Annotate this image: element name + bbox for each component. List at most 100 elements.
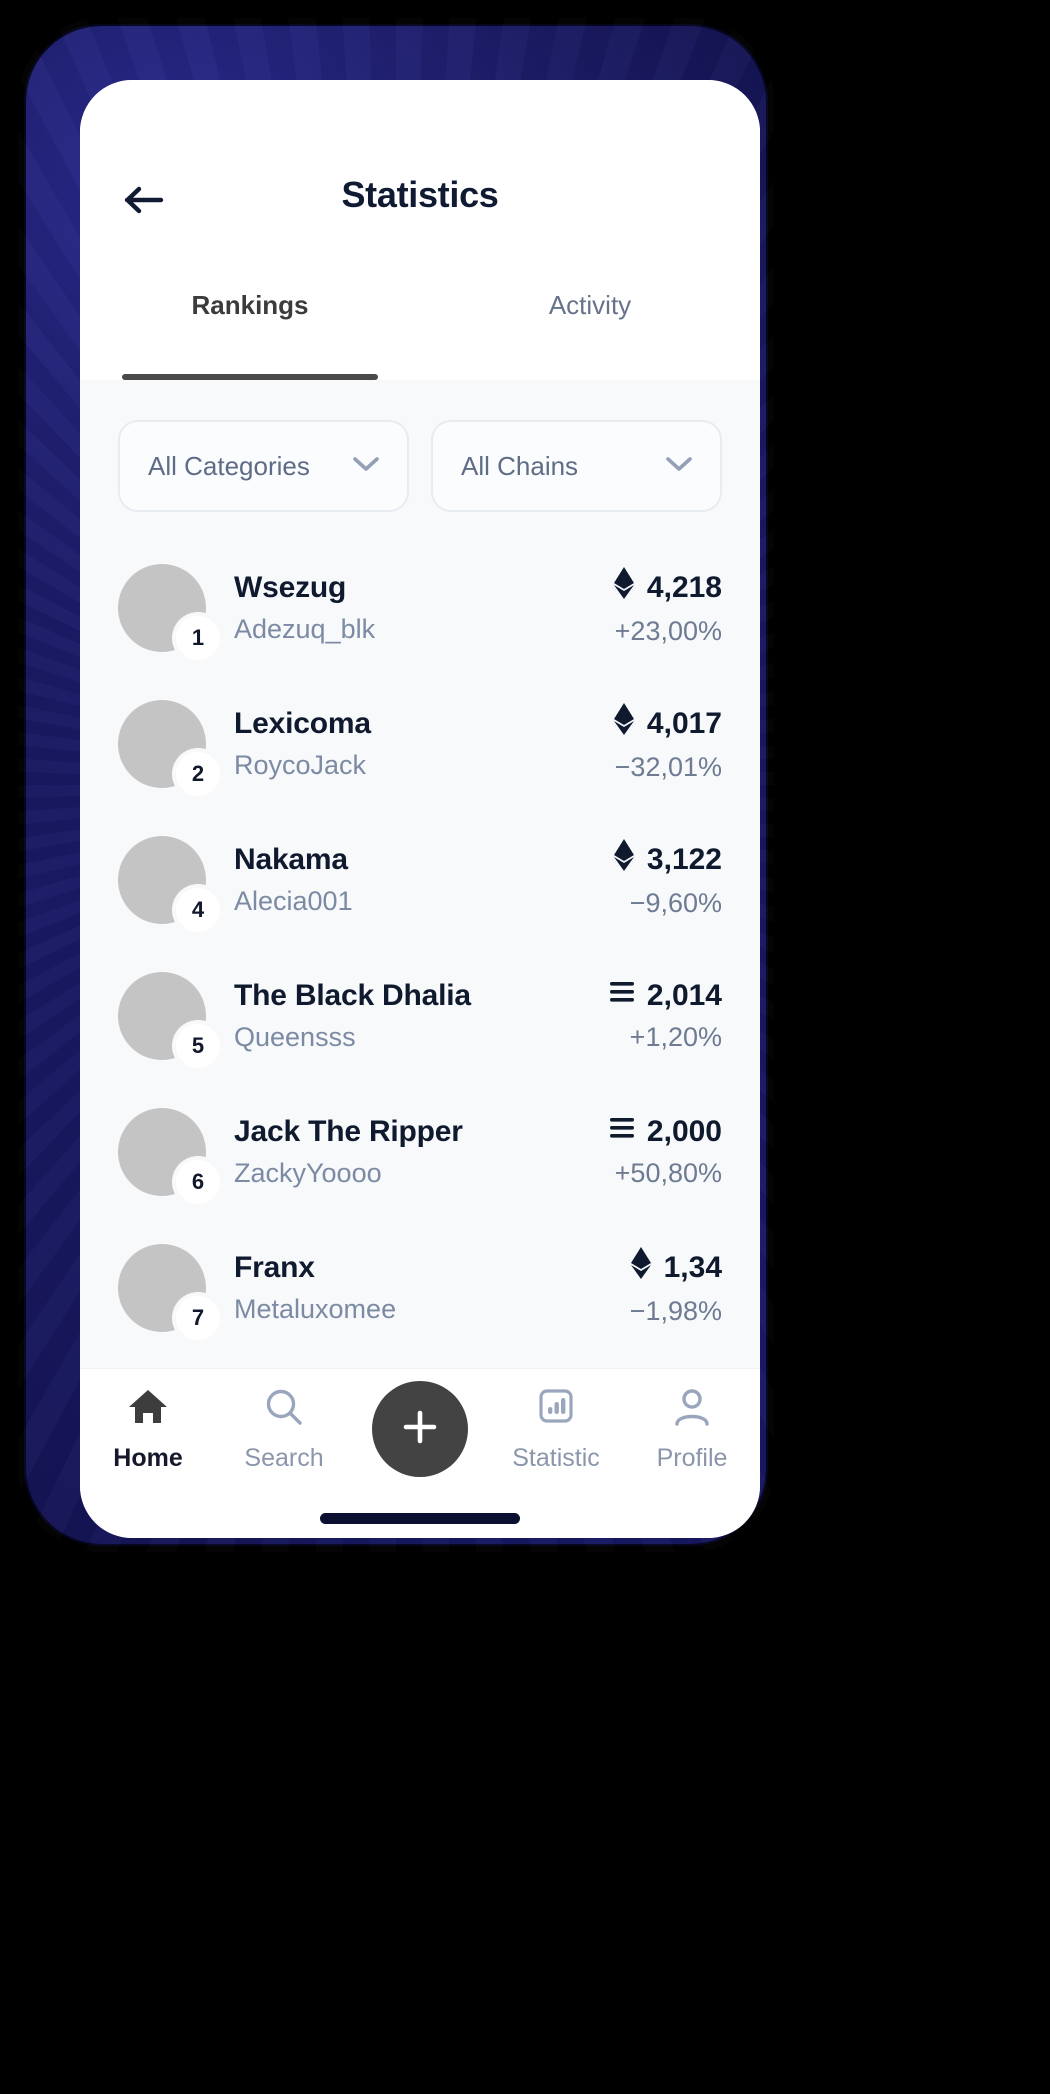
filter-chains[interactable]: All Chains: [431, 420, 722, 512]
value-amount: 4,218: [646, 571, 722, 605]
tab-rankings-label: Rankings: [191, 290, 309, 320]
screenshot-stage: Statistics Rankings Activity All Categor…: [0, 0, 1050, 2094]
change-percent: −1,98%: [629, 1295, 722, 1326]
rank-info: Lexicoma RoycoJack: [234, 705, 603, 783]
nav-item-statistic-label: Statistic: [512, 1444, 600, 1472]
rank-badge: 4: [176, 888, 220, 932]
filter-bar: All Categories All Chains: [80, 380, 760, 518]
rank-info: Jack The Ripper ZackyYoooo: [234, 1113, 599, 1191]
page-title: Statistics: [341, 174, 499, 215]
add-button[interactable]: [372, 1381, 468, 1477]
search-icon: [263, 1387, 305, 1432]
avatar: 6: [118, 1108, 220, 1204]
owner-username: Queensss: [234, 1021, 356, 1052]
tab-activity[interactable]: Activity: [420, 270, 760, 380]
tab-bar: Rankings Activity: [80, 270, 760, 380]
rank-badge: 7: [176, 1296, 220, 1340]
nav-item-profile[interactable]: Profile: [624, 1387, 760, 1473]
table-row[interactable]: 5 The Black Dhalia Queensss 2,014 +1,20%: [118, 948, 722, 1084]
value-amount: 2,014: [646, 979, 722, 1013]
owner-username: RoycoJack: [234, 749, 367, 780]
tab-rankings[interactable]: Rankings: [80, 270, 420, 380]
value-amount: 1,34: [663, 1251, 722, 1285]
ethereum-icon: [613, 567, 635, 609]
value-amount: 4,017: [646, 707, 722, 741]
value-row: 4,017: [613, 703, 722, 745]
value-amount: 3,122: [646, 843, 722, 877]
avatar: 5: [118, 972, 220, 1068]
chevron-down-icon: [351, 454, 381, 479]
nav-item-statistic[interactable]: Statistic: [488, 1387, 624, 1473]
bar-chart-icon: [535, 1387, 577, 1432]
rank-stats: 1,34 −1,98%: [620, 1247, 722, 1329]
table-row[interactable]: 7 Franx Metaluxomee 1,34 −1,98%: [118, 1220, 722, 1356]
rank-info: Nakama Alecia001: [234, 841, 603, 919]
chevron-down-icon: [664, 454, 694, 479]
table-row[interactable]: 6 Jack The Ripper ZackyYoooo 2,000 +50,8…: [118, 1084, 722, 1220]
app-header: Statistics: [80, 80, 760, 270]
change-percent: −32,01%: [614, 751, 722, 782]
nav-item-search-label: Search: [244, 1444, 324, 1472]
avatar: 2: [118, 700, 220, 796]
table-row[interactable]: 2 Lexicoma RoycoJack 4,017 −32,01%: [118, 676, 722, 812]
rank-info: Wsezug Adezuq_blk: [234, 569, 603, 647]
value-row: 1,34: [630, 1247, 722, 1289]
rank-stats: 4,017 −32,01%: [603, 703, 722, 785]
filter-categories[interactable]: All Categories: [118, 420, 409, 512]
rank-badge: 2: [176, 752, 220, 796]
ethereum-icon: [630, 1247, 652, 1289]
filter-chains-label: All Chains: [461, 450, 579, 481]
rankings-list: 1 Wsezug Adezuq_blk 4,218 +23,00% 2 Lexi…: [80, 518, 760, 1356]
table-row[interactable]: 1 Wsezug Adezuq_blk 4,218 +23,00%: [118, 540, 722, 676]
owner-username: Alecia001: [234, 885, 353, 916]
tezos-icon: [609, 977, 635, 1015]
filter-categories-label: All Categories: [148, 450, 310, 481]
collection-name: Franx: [234, 1251, 315, 1285]
content-area: All Categories All Chains 1 Wsezug Adezu…: [80, 380, 760, 1368]
rank-info: The Black Dhalia Queensss: [234, 977, 599, 1055]
avatar: 7: [118, 1244, 220, 1340]
plus-icon: [398, 1405, 442, 1454]
value-row: 2,014: [609, 977, 722, 1015]
phone-screen: Statistics Rankings Activity All Categor…: [80, 80, 760, 1538]
ethereum-icon: [613, 703, 635, 745]
tezos-icon: [609, 1113, 635, 1151]
value-amount: 2,000: [646, 1115, 722, 1149]
change-percent: +50,80%: [614, 1157, 722, 1188]
bottom-navigation: Home Search Statistic Profile: [80, 1368, 760, 1538]
home-indicator: [320, 1513, 520, 1524]
rank-info: Franx Metaluxomee: [234, 1249, 620, 1327]
owner-username: Adezuq_blk: [234, 613, 376, 644]
ethereum-icon: [613, 839, 635, 881]
rank-stats: 3,122 −9,60%: [603, 839, 722, 921]
owner-username: ZackyYoooo: [234, 1157, 382, 1188]
phone-frame: Statistics Rankings Activity All Categor…: [18, 18, 774, 1552]
value-row: 2,000: [609, 1113, 722, 1151]
value-row: 4,218: [613, 567, 722, 609]
nav-item-profile-label: Profile: [656, 1444, 728, 1472]
nav-item-search[interactable]: Search: [216, 1387, 352, 1473]
tab-activity-label: Activity: [548, 290, 632, 320]
nav-item-home-label: Home: [113, 1444, 183, 1472]
rank-badge: 1: [176, 616, 220, 660]
collection-name: Wsezug: [234, 571, 347, 605]
rank-stats: 2,014 +1,20%: [599, 977, 722, 1055]
avatar: 4: [118, 836, 220, 932]
collection-name: Jack The Ripper: [234, 1115, 463, 1149]
change-percent: +23,00%: [614, 615, 722, 646]
collection-name: Lexicoma: [234, 707, 371, 741]
nav-item-home[interactable]: Home: [80, 1387, 216, 1473]
change-percent: +1,20%: [629, 1021, 722, 1052]
owner-username: Metaluxomee: [234, 1293, 397, 1324]
person-icon: [671, 1387, 713, 1432]
rank-stats: 4,218 +23,00%: [603, 567, 722, 649]
collection-name: Nakama: [234, 843, 348, 877]
rank-badge: 5: [176, 1024, 220, 1068]
rank-badge: 6: [176, 1160, 220, 1204]
home-icon: [127, 1387, 169, 1432]
table-row[interactable]: 4 Nakama Alecia001 3,122 −9,60%: [118, 812, 722, 948]
nav-item-add[interactable]: [352, 1381, 488, 1489]
value-row: 3,122: [613, 839, 722, 881]
collection-name: The Black Dhalia: [234, 979, 471, 1013]
avatar: 1: [118, 564, 220, 660]
